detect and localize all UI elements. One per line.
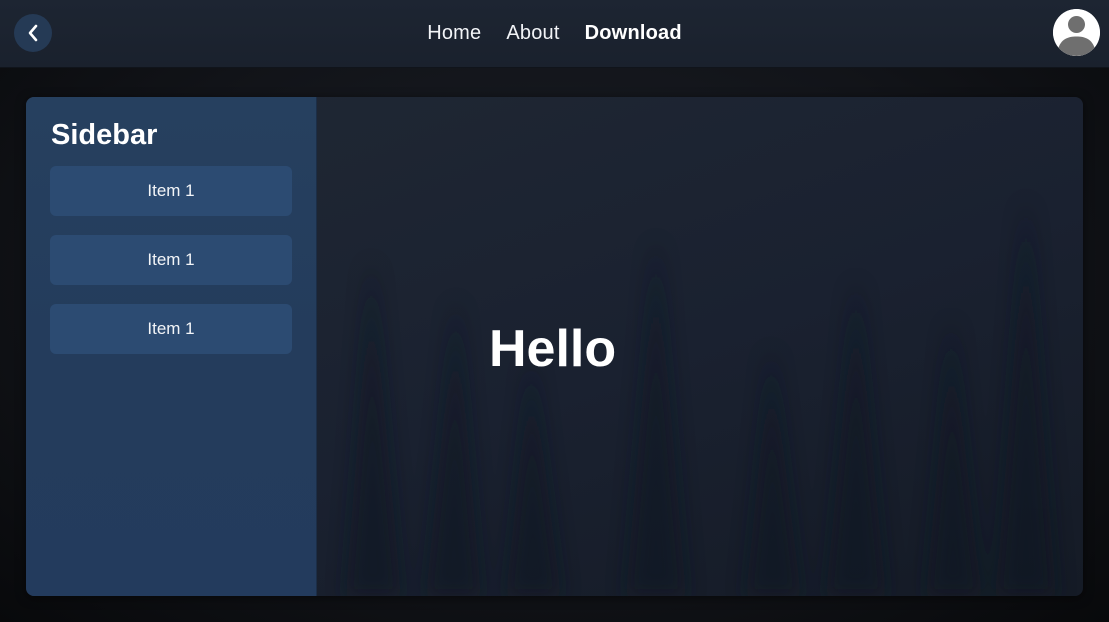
sidebar-item-2[interactable]: Item 1 bbox=[50, 235, 292, 285]
sidebar-item-3[interactable]: Item 1 bbox=[50, 304, 292, 354]
nav-download-link[interactable]: Download bbox=[585, 22, 682, 45]
user-avatar-button[interactable] bbox=[1053, 9, 1100, 56]
top-navigation-bar: Home About Download bbox=[0, 0, 1109, 68]
sidebar-item-label: Item 1 bbox=[147, 250, 195, 269]
user-avatar-icon bbox=[1053, 9, 1100, 56]
sidebar-item-label: Item 1 bbox=[147, 319, 195, 338]
sidebar-title: Sidebar bbox=[51, 119, 158, 151]
sidebar-item-label: Item 1 bbox=[147, 181, 195, 200]
main-heading: Hello bbox=[489, 320, 617, 378]
main-nav: Home About Download bbox=[0, 0, 1109, 67]
content-card: Sidebar Item 1 Item 1 Item 1 Hello bbox=[26, 97, 1083, 596]
chevron-left-icon bbox=[28, 24, 38, 42]
sidebar-item-1[interactable]: Item 1 bbox=[50, 166, 292, 216]
sidebar: Sidebar Item 1 Item 1 Item 1 bbox=[26, 97, 317, 596]
back-button[interactable] bbox=[14, 14, 52, 52]
nav-about-link[interactable]: About bbox=[506, 22, 559, 45]
nav-home-link[interactable]: Home bbox=[427, 22, 481, 45]
